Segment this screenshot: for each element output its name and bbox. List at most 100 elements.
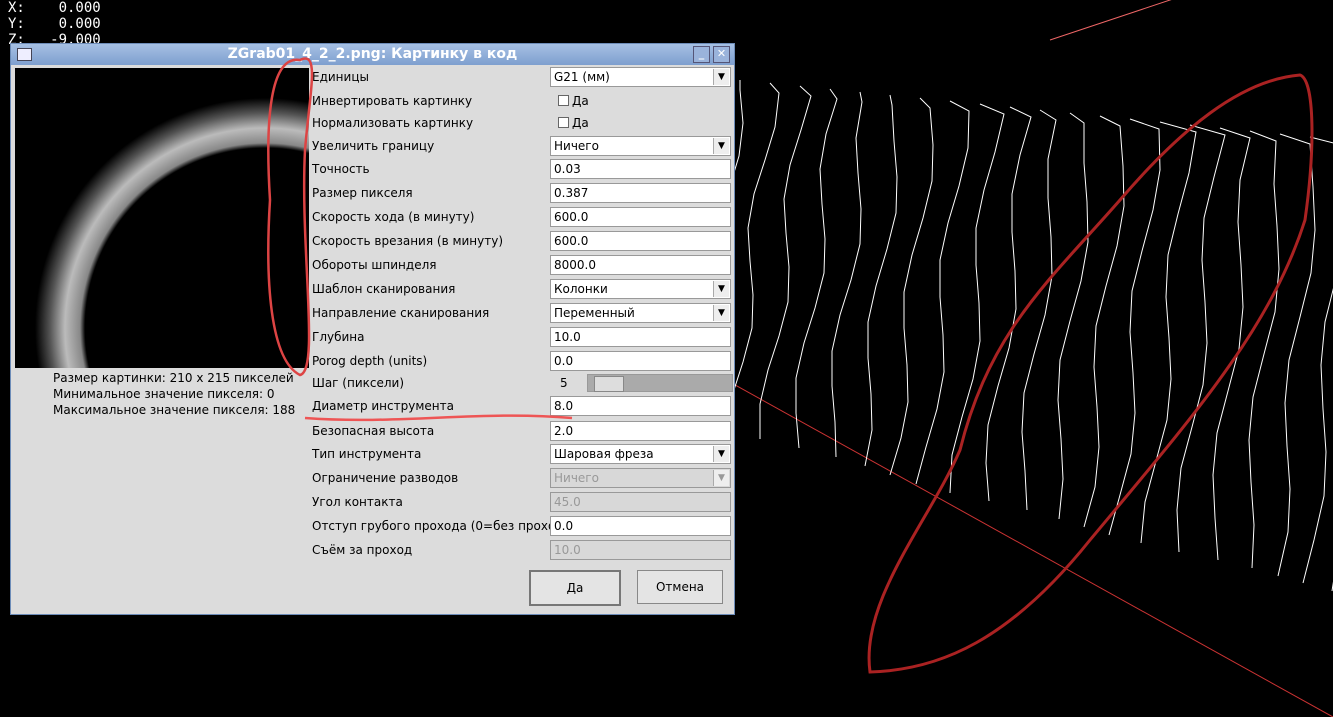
chevron-down-icon[interactable]: ▼ [713, 69, 729, 85]
toolpath-line [1302, 136, 1333, 584]
field-label: Единицы [312, 70, 369, 84]
field-row: Porog depth (units) 0.0 [312, 351, 732, 373]
ok-button[interactable]: Да [529, 570, 621, 606]
field-label: Нормализовать картинку [312, 116, 474, 130]
dropdown[interactable]: Переменный ▼ [550, 303, 731, 323]
field-row: Шаг (пиксели) 5 [312, 373, 733, 395]
dropdown[interactable]: Ничего ▼ [550, 468, 731, 488]
dropdown-value: Ничего [554, 139, 599, 153]
text-input[interactable]: 8.0 [550, 396, 731, 416]
field-row: Обороты шпинделя 8000.0 [312, 255, 732, 277]
text-input[interactable]: 0.0 [550, 516, 731, 536]
field-row: Единицы G21 (мм) ▼ [312, 67, 732, 89]
field-label: Диаметр инструмента [312, 399, 454, 413]
field-label: Съём за проход [312, 543, 413, 557]
dropdown-value: Шаровая фреза [554, 447, 654, 461]
min-pixel-text: Минимальное значение пикселя: 0 [53, 387, 275, 401]
dropdown[interactable]: Шаровая фреза ▼ [550, 444, 731, 464]
field-row: Безопасная высота 2.0 [312, 421, 732, 443]
field-label: Porog depth (units) [312, 354, 428, 368]
toolpath-line [1108, 118, 1161, 536]
text-input[interactable]: 2.0 [550, 421, 731, 441]
field-label: Шаблон сканирования [312, 282, 456, 296]
image-size-text: Размер картинки: 210 x 215 пикселей [53, 371, 294, 385]
toolpath-line [1021, 109, 1057, 511]
field-label: Инвертировать картинку [312, 94, 473, 108]
checkbox-label: Да [572, 116, 589, 130]
field-label: Отступ грубого прохода (0=без прохода) [312, 519, 576, 533]
checkbox-box[interactable] [558, 117, 569, 128]
text-input[interactable]: 8000.0 [550, 255, 731, 275]
toolpath-line [889, 97, 934, 476]
field-row: Инвертировать картинку Да [312, 91, 732, 113]
toolpath-line [915, 100, 970, 485]
dropdown-value: G21 (мм) [554, 70, 610, 84]
checkbox-box[interactable] [558, 95, 569, 106]
field-row: Увеличить границу Ничего ▼ [312, 136, 732, 158]
field-row: Отступ грубого прохода (0=без прохода) 0.… [312, 516, 732, 538]
chevron-down-icon[interactable]: ▼ [713, 281, 729, 297]
field-label: Обороты шпинделя [312, 258, 437, 272]
text-input[interactable]: 0.387 [550, 183, 731, 203]
toolpath-line [1083, 115, 1125, 528]
window-menu-icon[interactable] [17, 48, 32, 61]
text-input[interactable]: 10.0 [550, 327, 731, 347]
close-button[interactable]: ✕ [713, 46, 730, 63]
field-row: Съём за проход 10.0 [312, 540, 732, 562]
field-label: Увеличить границу [312, 139, 435, 153]
text-input[interactable]: 0.03 [550, 159, 731, 179]
field-label: Безопасная высота [312, 424, 435, 438]
slider-value: 5 [560, 376, 568, 390]
text-input[interactable]: 0.0 [550, 351, 731, 371]
checkbox[interactable]: Да [550, 94, 589, 108]
toolpath-line [1140, 121, 1197, 544]
toolpath-line [864, 94, 898, 467]
text-input[interactable]: 600.0 [550, 231, 731, 251]
field-label: Шаг (пиксели) [312, 376, 405, 390]
toolpath-line [795, 88, 838, 449]
checkbox[interactable]: Да [550, 116, 589, 130]
title-bar[interactable]: ZGrab01_4_2_2.png: Картинку в код _ ✕ [11, 44, 734, 65]
chevron-down-icon[interactable]: ▼ [713, 470, 729, 486]
dropdown-value: Ничего [554, 471, 599, 485]
toolpath-line [949, 103, 1005, 494]
field-row: Направление сканирования Переменный ▼ [312, 303, 732, 325]
dropdown[interactable]: G21 (мм) ▼ [550, 67, 731, 87]
field-label: Ограничение разводов [312, 471, 459, 485]
field-row: Угол контакта 45.0 [312, 492, 732, 514]
field-label: Размер пикселя [312, 186, 413, 200]
toolpath-line [1212, 127, 1251, 561]
step-slider[interactable] [587, 374, 733, 392]
image-to-gcode-dialog: ZGrab01_4_2_2.png: Картинку в код _ ✕ Ра… [10, 43, 735, 615]
dropdown[interactable]: Ничего ▼ [550, 136, 731, 156]
field-row: Шаблон сканирования Колонки ▼ [312, 279, 732, 301]
toolpath-line [831, 91, 863, 458]
image-preview [15, 68, 309, 368]
cancel-button[interactable]: Отмена [637, 570, 723, 604]
toolpath-line [1057, 112, 1089, 520]
field-label: Скорость хода (в минуту) [312, 210, 475, 224]
field-label: Направление сканирования [312, 306, 490, 320]
axis-line [1049, 0, 1172, 41]
dropdown-value: Переменный [554, 306, 635, 320]
checkbox-label: Да [572, 94, 589, 108]
text-input[interactable]: 600.0 [550, 207, 731, 227]
coordinate-readout: X: 0.000 Y: 0.000 Z: -9.000 [8, 0, 101, 48]
slider-thumb[interactable] [594, 376, 624, 392]
text-input: 45.0 [550, 492, 731, 512]
field-label: Глубина [312, 330, 365, 344]
text-input: 10.0 [550, 540, 731, 560]
toolpath-line [1277, 133, 1316, 577]
field-row: Ограничение разводов Ничего ▼ [312, 468, 732, 490]
dropdown-value: Колонки [554, 282, 608, 296]
field-row: Скорость врезания (в минуту) 600.0 [312, 231, 732, 253]
chevron-down-icon[interactable]: ▼ [713, 138, 729, 154]
minimize-button[interactable]: _ [693, 46, 710, 63]
dropdown[interactable]: Колонки ▼ [550, 279, 731, 299]
toolpath-line [759, 85, 812, 439]
chevron-down-icon[interactable]: ▼ [713, 305, 729, 321]
chevron-down-icon[interactable]: ▼ [713, 446, 729, 462]
window-title: ZGrab01_4_2_2.png: Картинку в код [227, 46, 518, 62]
field-row: Тип инструмента Шаровая фреза ▼ [312, 444, 732, 466]
field-row: Нормализовать картинку Да [312, 113, 732, 135]
